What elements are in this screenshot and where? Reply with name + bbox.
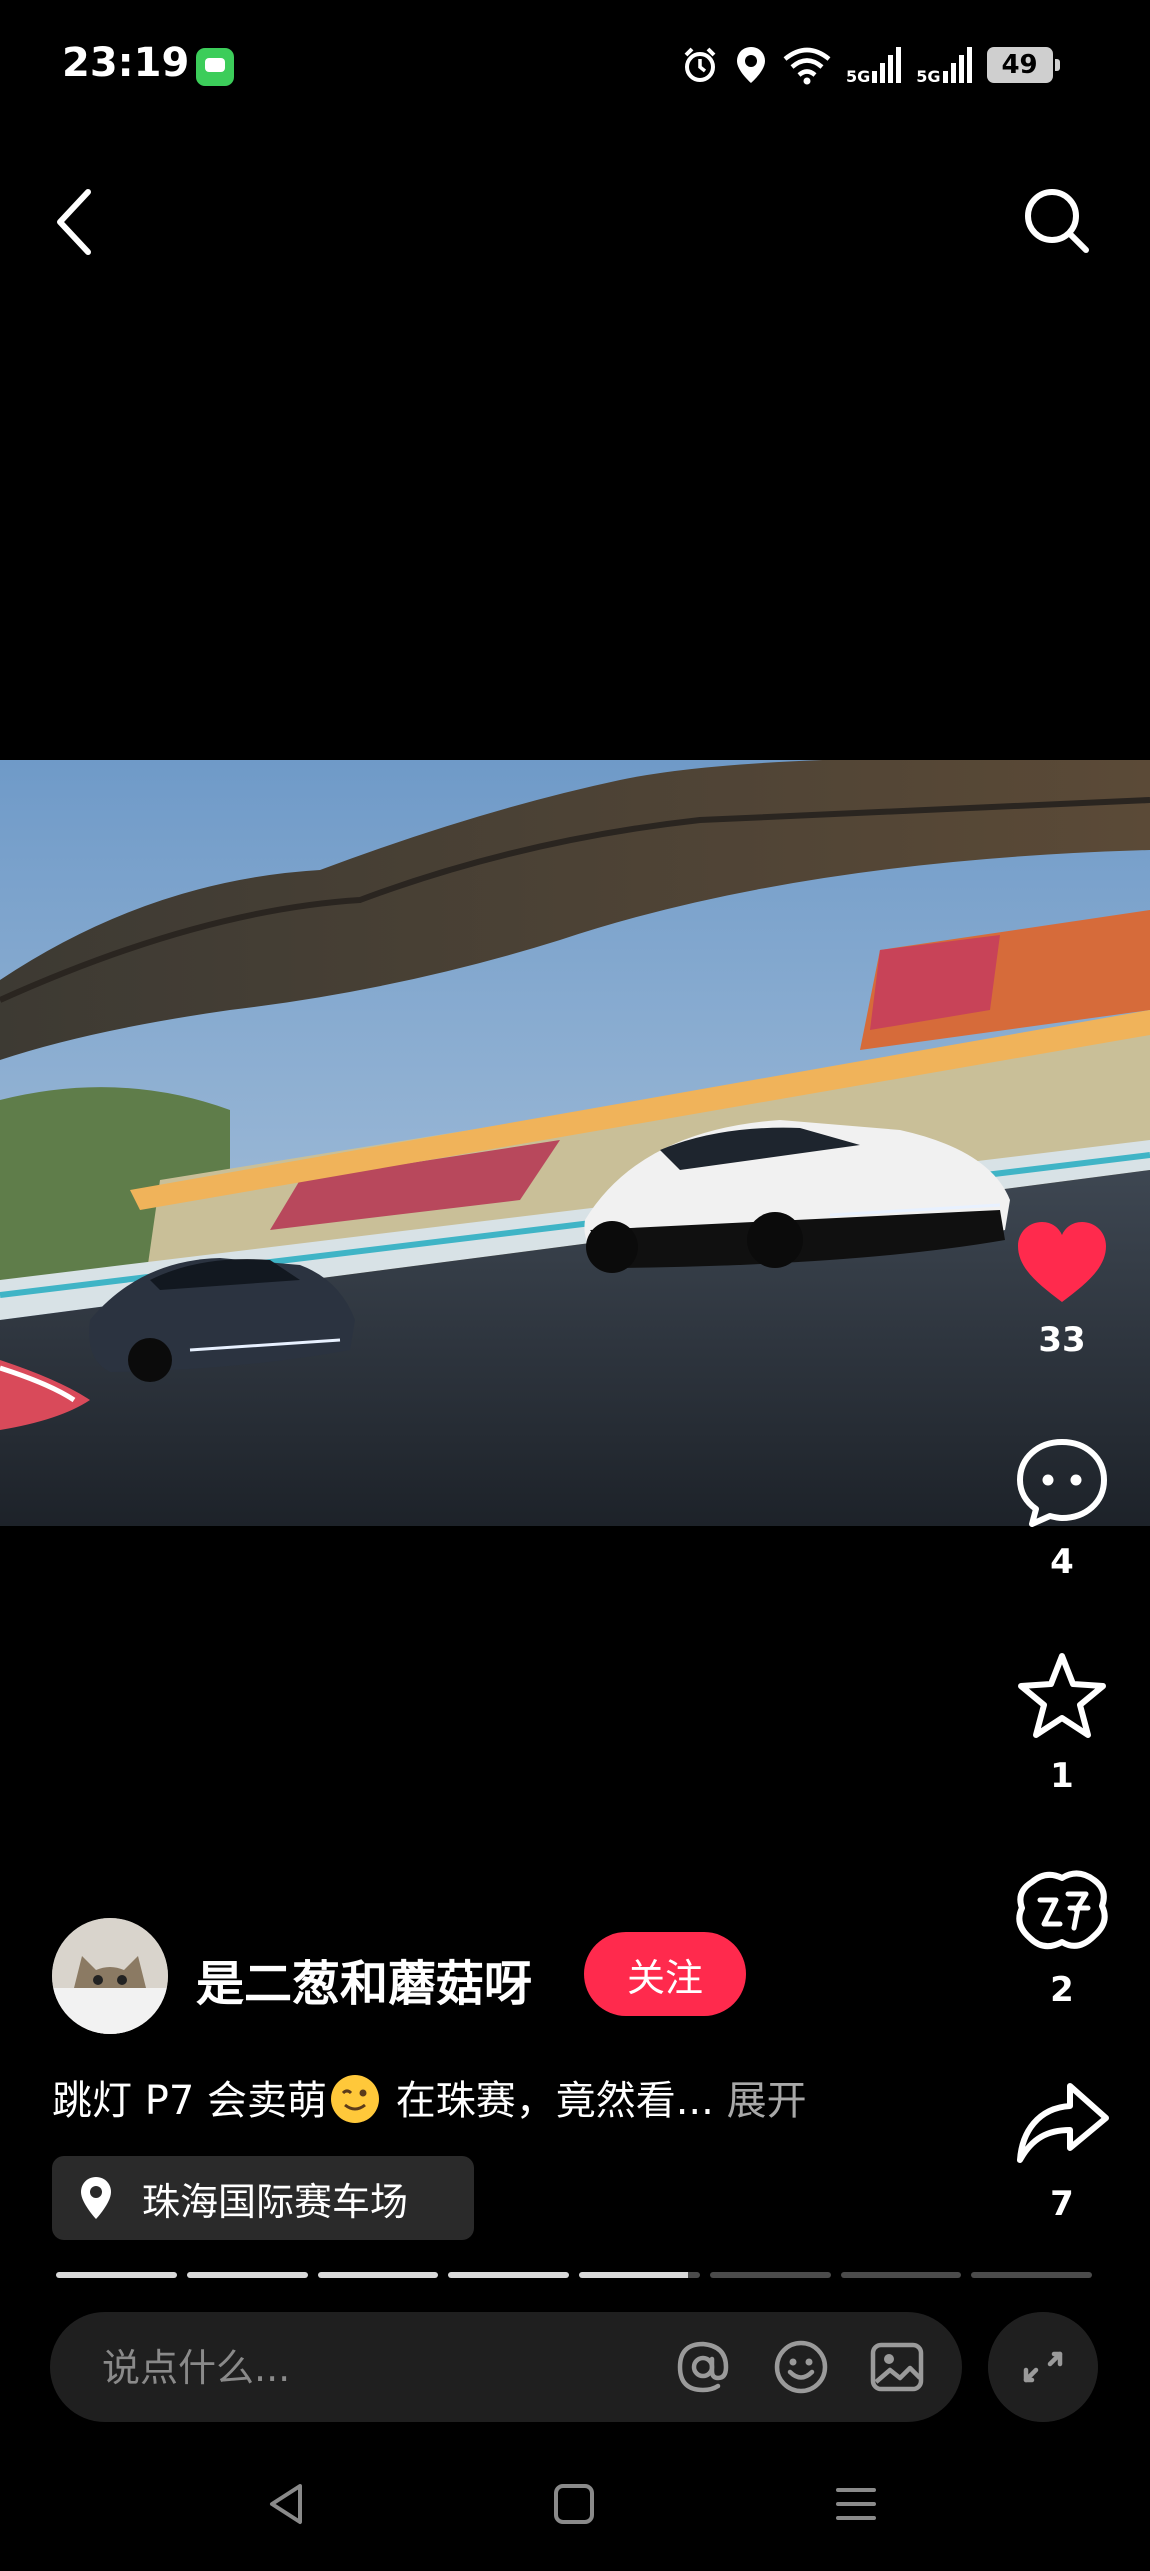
progress-segment	[709, 2272, 831, 2278]
progress-segment-current	[579, 2272, 700, 2278]
status-time: 23:19	[62, 40, 190, 86]
progress-segment	[186, 2272, 308, 2278]
progress-segment	[448, 2272, 569, 2278]
favorite-count: 1	[1050, 1756, 1074, 1796]
progress-segment	[840, 2272, 962, 2278]
cat-avatar-image	[52, 1918, 168, 2034]
signal-5g-2: 5G	[916, 45, 972, 85]
comment-bar	[50, 2312, 962, 2422]
star-icon	[1018, 1653, 1106, 1738]
comment-input[interactable]	[100, 2340, 664, 2396]
status-icons: 5G 5G 49	[680, 40, 1060, 90]
image-icon[interactable]	[868, 2338, 926, 2396]
search-button[interactable]	[1016, 180, 1096, 260]
comment-bubble-icon	[1017, 1439, 1107, 1527]
wifi-icon	[783, 47, 831, 85]
signal-5g-1: 5G	[846, 45, 902, 85]
comment-action[interactable]: 4	[1002, 1436, 1122, 1582]
message-app-icon	[196, 48, 234, 86]
gift-count: 2	[1050, 1970, 1074, 2010]
alarm-icon	[684, 47, 716, 82]
fullscreen-button[interactable]	[988, 2312, 1098, 2422]
wink-emoji-icon	[331, 2075, 379, 2123]
gift-badge-icon	[1016, 1870, 1108, 1950]
follow-button[interactable]: 关注	[584, 1932, 746, 2016]
progress-segment	[971, 2272, 1092, 2278]
post-caption[interactable]: 跳灯 P7 会卖萌 在珠赛，竟然看... 展开	[52, 2068, 807, 2126]
share-count: 7	[1050, 2184, 1074, 2224]
nav-back-icon[interactable]	[256, 2474, 316, 2534]
image-progress-indicator	[56, 2272, 1092, 2278]
expand-caption-link[interactable]: 展开	[714, 2078, 807, 2124]
like-action[interactable]: 33	[1002, 1220, 1122, 1360]
signal-label-1: 5G	[846, 67, 871, 86]
share-arrow-icon	[1017, 2083, 1109, 2163]
location-status-icon	[737, 47, 765, 83]
location-name: 珠海国际赛车场	[142, 2179, 409, 2224]
post-image[interactable]	[0, 760, 1150, 1526]
like-count: 33	[1038, 1320, 1086, 1360]
nav-menu-icon[interactable]	[826, 2474, 886, 2534]
caption-text-start: 跳灯 P7 会卖萌	[52, 2078, 327, 2124]
gift-action[interactable]: 2	[1002, 1864, 1122, 2010]
battery-indicator: 49	[986, 47, 1060, 83]
author-name[interactable]: 是二葱和蘑菇呀	[196, 1944, 532, 2014]
race-track-photo	[0, 760, 1150, 1526]
location-tag[interactable]: 珠海国际赛车场	[52, 2156, 474, 2240]
progress-segment	[317, 2272, 439, 2278]
heart-icon	[1018, 1222, 1106, 1302]
emoji-icon[interactable]	[772, 2338, 830, 2396]
comment-count: 4	[1050, 1542, 1074, 1582]
back-button[interactable]	[46, 182, 106, 262]
favorite-action[interactable]: 1	[1002, 1650, 1122, 1796]
nav-home-icon[interactable]	[544, 2474, 604, 2534]
signal-bars-icon	[872, 47, 902, 83]
caption-text-end: 在珠赛，竟然看...	[383, 2078, 714, 2124]
author-avatar[interactable]	[52, 1918, 168, 2034]
progress-segment	[56, 2272, 177, 2278]
mention-icon[interactable]	[674, 2338, 732, 2396]
location-pin-icon	[81, 2177, 111, 2219]
signal-bars-icon	[942, 47, 972, 83]
signal-label-2: 5G	[916, 67, 941, 86]
share-action[interactable]: 7	[1002, 2078, 1122, 2224]
